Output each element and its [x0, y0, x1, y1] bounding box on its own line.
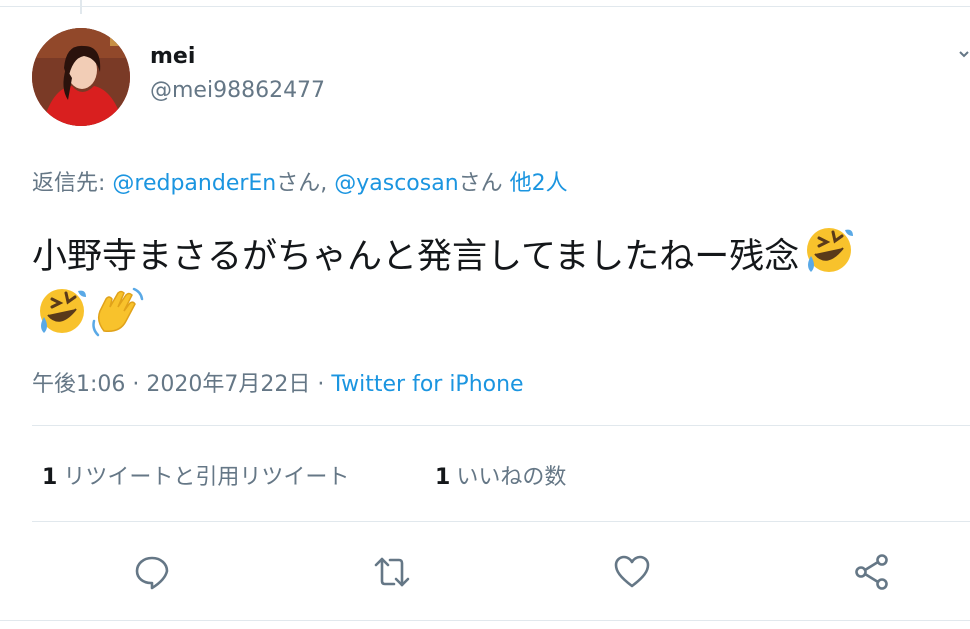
mention-link[interactable]: @yascosan — [334, 171, 458, 196]
retweets-stat[interactable]: 1 リツイートと引用リツイート — [42, 465, 349, 490]
chevron-down-icon[interactable] — [958, 44, 970, 64]
reply-context: 返信先: @redpanderEnさん, @yascosanさん 他2人 — [32, 165, 568, 197]
user-handle[interactable]: @mei98862477 — [150, 78, 325, 103]
like-button[interactable] — [610, 550, 654, 594]
reply-icon — [135, 556, 169, 590]
reply-prefix: 返信先: — [32, 171, 113, 196]
top-divider — [0, 6, 970, 7]
likes-stat[interactable]: 1 いいねの数 — [435, 459, 566, 491]
tweet-text: 小野寺まさるがちゃんと発言してましたねー残念 — [32, 224, 962, 346]
tweet-stats: 1 リツイートと引用リツイート 1 いいねの数 — [42, 459, 566, 491]
tweet-meta: 午後1:06 · 2020年7月22日 · Twitter for iPhone — [32, 366, 524, 398]
retweet-icon — [374, 557, 410, 587]
profile-photo-icon — [32, 28, 130, 126]
rolling-on-floor-laughing-icon — [34, 285, 88, 339]
rolling-on-floor-laughing-icon — [801, 224, 855, 278]
reply-button[interactable] — [130, 550, 174, 594]
tweet-body: 小野寺まさるがちゃんと発言してましたねー残念 — [32, 237, 800, 277]
likes-count: 1 — [435, 465, 451, 490]
share-button[interactable] — [850, 550, 894, 594]
others-link[interactable]: 他2人 — [510, 171, 568, 196]
waving-hand-icon — [90, 285, 144, 339]
mention-link[interactable]: @redpanderEn — [112, 171, 276, 196]
divider — [32, 425, 970, 426]
reply-suffix: さん — [458, 171, 510, 196]
display-name[interactable]: mei — [150, 44, 195, 69]
divider — [32, 521, 970, 522]
likes-label: いいねの数 — [456, 465, 567, 490]
retweets-label: リツイートと引用リツイート — [63, 465, 350, 490]
tweet-timestamp[interactable]: 午後1:06 · 2020年7月22日 · — [32, 372, 331, 397]
tweet-source[interactable]: Twitter for iPhone — [331, 372, 523, 397]
reply-suffix: さん, — [276, 171, 335, 196]
retweets-count: 1 — [42, 465, 58, 490]
share-icon — [855, 554, 888, 590]
retweet-button[interactable] — [370, 550, 414, 594]
heart-icon — [614, 555, 650, 588]
thread-connector-line — [80, 0, 82, 14]
avatar[interactable] — [32, 28, 130, 126]
bottom-divider — [0, 620, 970, 621]
